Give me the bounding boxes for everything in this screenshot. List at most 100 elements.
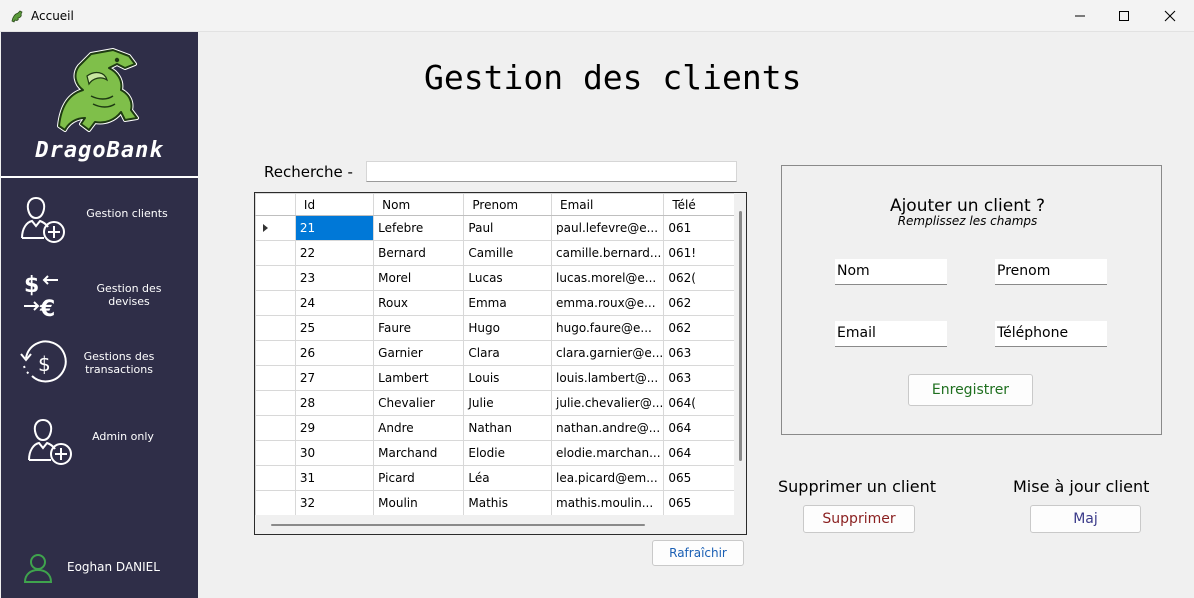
cell-prenom[interactable]: Léa	[463, 465, 553, 491]
table-row[interactable]: 31 Picard Léa lea.picard@em... 065	[255, 465, 746, 491]
cell-id[interactable]: 32	[294, 490, 375, 516]
sidebar-item-gestion-devises[interactable]: $ € Gestion des devises	[1, 262, 198, 322]
cell-email[interactable]: emma.roux@e...	[551, 290, 665, 316]
row-header[interactable]	[255, 290, 296, 316]
row-header[interactable]	[255, 465, 296, 491]
search-input[interactable]	[366, 161, 737, 182]
minimize-button[interactable]	[1057, 0, 1103, 32]
table-row[interactable]: 28 Chevalier Julie julie.chevalier@... 064(	[255, 390, 746, 416]
maximize-button[interactable]	[1101, 0, 1147, 32]
row-header[interactable]	[255, 490, 296, 516]
row-header[interactable]	[255, 240, 296, 266]
delete-button[interactable]: Supprimer	[803, 505, 915, 533]
cell-email[interactable]: hugo.faure@e...	[551, 315, 665, 341]
cell-nom[interactable]: Marchand	[373, 440, 465, 466]
update-button[interactable]: Maj	[1030, 505, 1141, 533]
cell-nom[interactable]: Lambert	[373, 365, 465, 391]
cell-prenom[interactable]: Mathis	[463, 490, 553, 516]
sidebar-item-admin-only[interactable]: Admin only	[1, 410, 198, 470]
close-button[interactable]	[1147, 0, 1193, 32]
row-header[interactable]	[255, 415, 296, 441]
cell-email[interactable]: louis.lambert@...	[551, 365, 665, 391]
cell-nom[interactable]: Picard	[373, 465, 465, 491]
table-row[interactable]: 27 Lambert Louis louis.lambert@... 063	[255, 365, 746, 391]
table-row[interactable]: 21 Lefebre Paul paul.lefevre@e... 061	[255, 215, 746, 241]
cell-nom[interactable]: Garnier	[373, 340, 465, 366]
cell-nom[interactable]: Faure	[373, 315, 465, 341]
row-header[interactable]	[255, 265, 296, 291]
column-header-prenom[interactable]: Prenom	[463, 193, 553, 216]
horizontal-scroll-thumb[interactable]	[271, 524, 645, 526]
cell-nom[interactable]: Chevalier	[373, 390, 465, 416]
cell-prenom[interactable]: Julie	[463, 390, 553, 416]
cell-nom[interactable]: Morel	[373, 265, 465, 291]
table-row[interactable]: 24 Roux Emma emma.roux@e... 062	[255, 290, 746, 316]
cell-email[interactable]: elodie.marchan...	[551, 440, 665, 466]
nom-field[interactable]: Nom	[835, 259, 947, 285]
cell-email[interactable]: clara.garnier@e...	[551, 340, 665, 366]
cell-prenom[interactable]: Paul	[463, 215, 553, 241]
cell-email[interactable]: paul.lefevre@e...	[551, 215, 665, 241]
cell-prenom[interactable]: Camille	[463, 240, 553, 266]
cell-id[interactable]: 28	[294, 390, 375, 416]
row-header[interactable]	[255, 315, 296, 341]
sidebar-item-gestion-transactions[interactable]: $ Gestions des transactions	[1, 330, 198, 390]
cell-nom[interactable]: Andre	[373, 415, 465, 441]
cell-prenom[interactable]: Clara	[463, 340, 553, 366]
table-row[interactable]: 32 Moulin Mathis mathis.moulin... 065	[255, 490, 746, 516]
row-header[interactable]	[255, 390, 296, 416]
cell-email[interactable]: camille.bernard...	[551, 240, 665, 266]
cell-id[interactable]: 27	[294, 365, 375, 391]
table-row[interactable]: 25 Faure Hugo hugo.faure@e... 062	[255, 315, 746, 341]
cell-nom[interactable]: Roux	[373, 290, 465, 316]
cell-prenom[interactable]: Lucas	[463, 265, 553, 291]
column-header-nom[interactable]: Nom	[373, 193, 465, 216]
vertical-scroll-thumb[interactable]	[739, 211, 742, 461]
cell-email[interactable]: julie.chevalier@...	[551, 390, 665, 416]
horizontal-scrollbar[interactable]	[255, 515, 734, 534]
prenom-field[interactable]: Prenom	[995, 259, 1107, 285]
save-button[interactable]: Enregistrer	[908, 374, 1033, 406]
sidebar-item-gestion-clients[interactable]: Gestion clients	[1, 188, 198, 248]
cell-id[interactable]: 25	[294, 315, 375, 341]
table-row[interactable]: 23 Morel Lucas lucas.morel@e... 062(	[255, 265, 746, 291]
table-header-row: Id Nom Prenom Email Télé	[255, 193, 746, 216]
table-row[interactable]: 26 Garnier Clara clara.garnier@e... 063	[255, 340, 746, 366]
cell-id[interactable]: 23	[294, 265, 375, 291]
maximize-icon	[1119, 11, 1129, 21]
row-header[interactable]	[255, 215, 296, 241]
table-row[interactable]: 29 Andre Nathan nathan.andre@... 064	[255, 415, 746, 441]
cell-prenom[interactable]: Emma	[463, 290, 553, 316]
cell-email[interactable]: lea.picard@em...	[551, 465, 665, 491]
cell-prenom[interactable]: Nathan	[463, 415, 553, 441]
sidebar-item-label: Gestions des transactions	[83, 350, 155, 376]
cell-id[interactable]: 31	[294, 465, 375, 491]
column-header-email[interactable]: Email	[551, 193, 665, 216]
cell-nom[interactable]: Bernard	[373, 240, 465, 266]
cell-id[interactable]: 29	[294, 415, 375, 441]
cell-email[interactable]: lucas.morel@e...	[551, 265, 665, 291]
cell-email[interactable]: nathan.andre@...	[551, 415, 665, 441]
cell-id[interactable]: 21	[294, 215, 375, 241]
cell-email[interactable]: mathis.moulin...	[551, 490, 665, 516]
cell-nom[interactable]: Lefebre	[373, 215, 465, 241]
cell-prenom[interactable]: Elodie	[463, 440, 553, 466]
cell-id[interactable]: 26	[294, 340, 375, 366]
row-header[interactable]	[255, 365, 296, 391]
cell-id[interactable]: 24	[294, 290, 375, 316]
table-row[interactable]: 22 Bernard Camille camille.bernard... 061!	[255, 240, 746, 266]
cell-prenom[interactable]: Hugo	[463, 315, 553, 341]
cell-id[interactable]: 30	[294, 440, 375, 466]
refresh-button[interactable]: Rafraîchir	[652, 540, 744, 566]
telephone-field[interactable]: Téléphone	[995, 321, 1107, 347]
vertical-scrollbar[interactable]	[734, 193, 746, 513]
column-header-id[interactable]: Id	[294, 193, 375, 216]
cell-nom[interactable]: Moulin	[373, 490, 465, 516]
row-header[interactable]	[255, 340, 296, 366]
email-field[interactable]: Email	[835, 321, 947, 347]
row-header[interactable]	[255, 440, 296, 466]
cell-prenom[interactable]: Louis	[463, 365, 553, 391]
table-row[interactable]: 30 Marchand Elodie elodie.marchan... 064	[255, 440, 746, 466]
clients-table[interactable]: Id Nom Prenom Email Télé 21 Lefebre Paul pa…	[254, 192, 747, 535]
cell-id[interactable]: 22	[294, 240, 375, 266]
